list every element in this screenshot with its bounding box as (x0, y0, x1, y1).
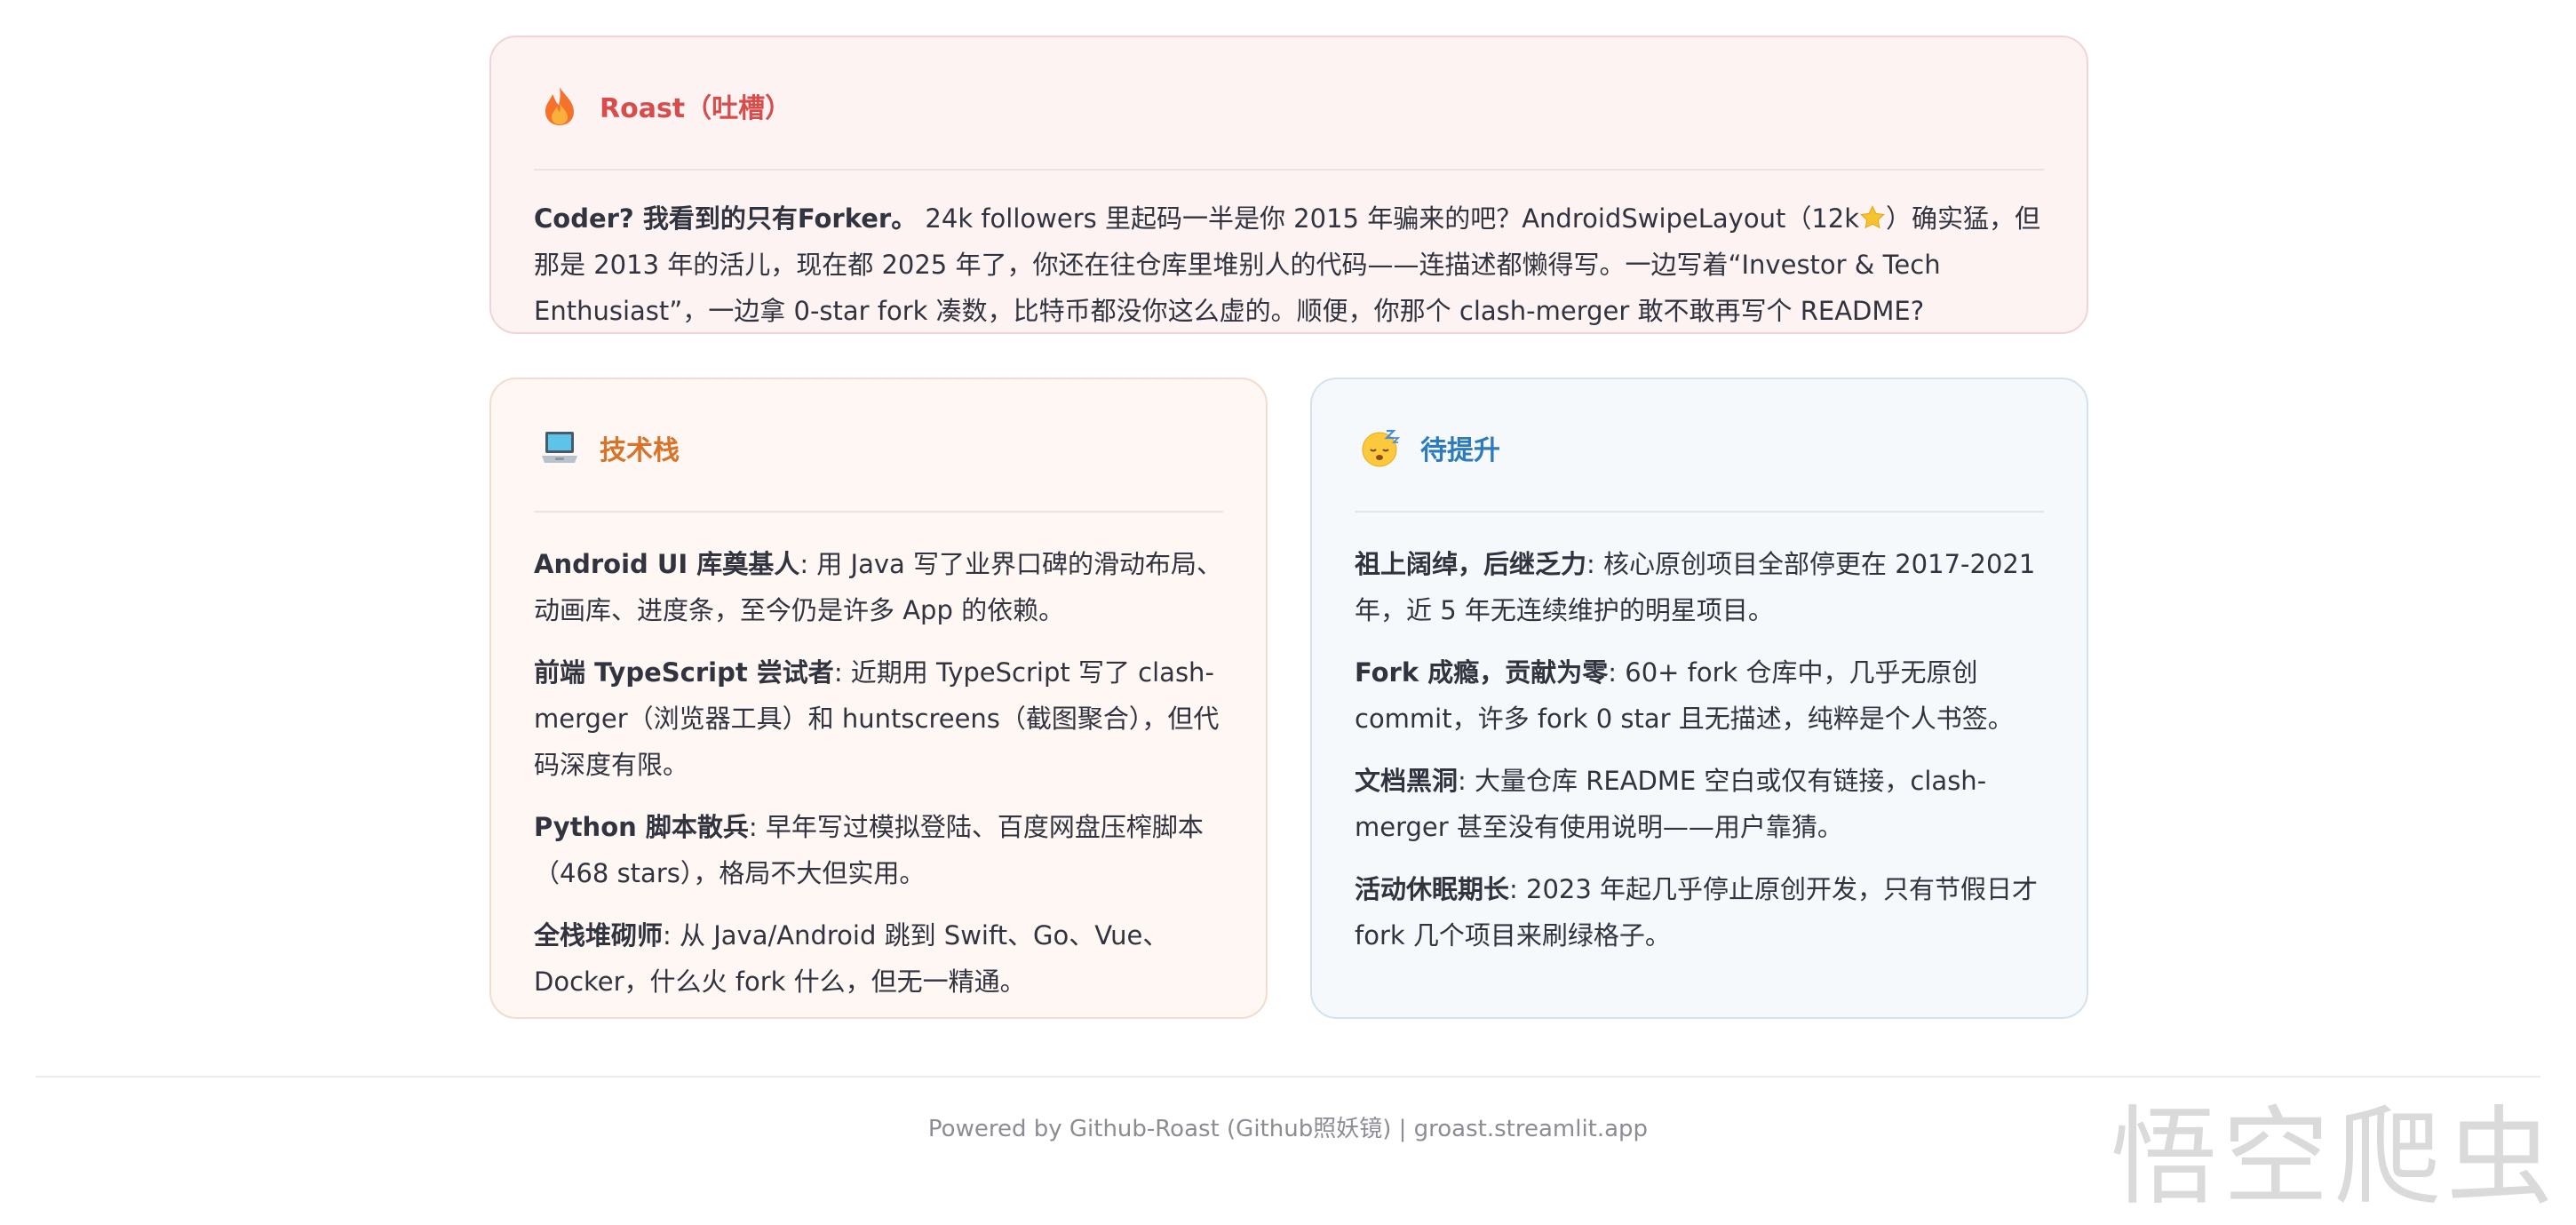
improvement-list: 祖上阔绰，后继乏力: 核心原创项目全部停更在 2017-2021 年，近 5 年… (1355, 513, 2044, 959)
tech-stack-title: 技术栈 (600, 435, 680, 466)
item-label: Python 脚本散兵 (534, 812, 749, 842)
item-label: 全栈堆砌师 (534, 920, 664, 951)
laptop-icon (539, 427, 580, 468)
list-item: 前端 TypeScript 尝试者: 近期用 TypeScript 写了 cla… (534, 649, 1223, 788)
list-item: Fork 成瘾，贡献为零: 60+ fork 仓库中，几乎无原创 commit，… (1355, 649, 2044, 742)
tech-stack-list: Android UI 库奠基人: 用 Java 写了业界口碑的滑动布局、动画库、… (534, 513, 1223, 1005)
list-item: 祖上阔绰，后继乏力: 核心原创项目全部停更在 2017-2021 年，近 5 年… (1355, 541, 2044, 633)
list-item: 全栈堆砌师: 从 Java/Android 跳到 Swift、Go、Vue、Do… (534, 912, 1223, 1005)
tech-stack-card: 技术栈 Android UI 库奠基人: 用 Java 写了业界口碑的滑动布局、… (489, 378, 1268, 1019)
roast-card: Roast（吐槽） Coder? 我看到的只有Forker。 24k follo… (489, 36, 2088, 334)
list-item: Android UI 库奠基人: 用 Java 写了业界口碑的滑动布局、动画库、… (534, 541, 1223, 633)
roast-text: Coder? 我看到的只有Forker。 24k followers 里起码一半… (534, 195, 2044, 334)
sleepy-face-icon (1360, 427, 1401, 468)
improvement-card-header: 待提升 (1355, 379, 2044, 513)
item-label: 前端 TypeScript 尝试者 (534, 657, 834, 688)
item-label: 文档黑洞 (1355, 766, 1459, 796)
roast-title: Roast（吐槽） (600, 93, 792, 124)
list-item: 活动休眠期长: 2023 年起几乎停止原创开发，只有节假日才 fork 几个项目… (1355, 866, 2044, 959)
item-label: 活动休眠期长 (1355, 874, 1510, 904)
improvement-card: 待提升 祖上阔绰，后继乏力: 核心原创项目全部停更在 2017-2021 年，近… (1310, 378, 2088, 1019)
fire-icon (539, 85, 580, 126)
list-item: 文档黑洞: 大量仓库 README 空白或仅有链接，clash-merger 甚… (1355, 758, 2044, 850)
list-item: Python 脚本散兵: 早年写过模拟登陆、百度网盘压榨脚本（468 stars… (534, 804, 1223, 896)
watermark: 悟空爬虫 (2111, 1096, 2558, 1220)
roast-card-header: Roast（吐槽） (534, 37, 2044, 171)
roast-lead: Coder? 我看到的只有Forker。 (534, 203, 918, 234)
item-label: 祖上阔绰，后继乏力 (1355, 549, 1587, 579)
item-label: Fork 成瘾，贡献为零 (1355, 657, 1609, 688)
tech-stack-card-header: 技术栈 (534, 379, 1223, 513)
star-icon (1859, 199, 1886, 229)
item-label: Android UI 库奠基人 (534, 549, 800, 579)
roast-text-part-1: 24k followers 里起码一半是你 2015 年骗来的吧？Android… (917, 203, 1860, 234)
improvement-title: 待提升 (1420, 435, 1500, 466)
